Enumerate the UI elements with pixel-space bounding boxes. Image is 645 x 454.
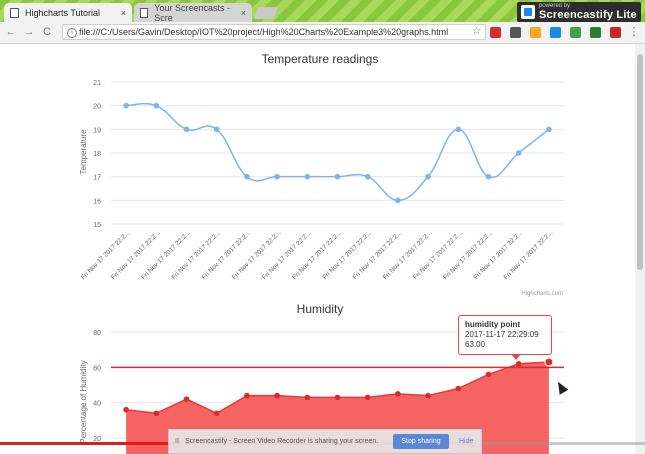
page-content: Temperature readings 15 16 17 18 19 20 21 Temp… xyxy=(0,44,635,454)
y-tick-label: 18 xyxy=(93,151,101,158)
extension-icon[interactable] xyxy=(490,27,501,38)
data-point xyxy=(455,126,462,133)
stop-sharing-button[interactable]: Stop sharing xyxy=(393,434,449,449)
tab-strip: Highcharts Tutorial × Your Screencasts -… xyxy=(0,0,645,23)
data-point xyxy=(213,410,220,417)
data-point xyxy=(364,394,371,401)
y-axis-ticks: 15 16 17 18 19 20 21 xyxy=(93,80,101,229)
data-point xyxy=(244,173,250,180)
data-point xyxy=(455,385,462,392)
url-text: file:///C:/Users/Gavin/Desktop/IOT%20pro… xyxy=(79,27,449,37)
y-tick-label: 16 xyxy=(93,198,101,205)
tab-your-screencasts[interactable]: Your Screencasts - Scre × xyxy=(134,2,252,23)
data-point xyxy=(485,371,492,378)
reload-icon[interactable]: C xyxy=(40,25,54,39)
chart-title: Humidity xyxy=(297,302,344,316)
y-axis-label: Temperature xyxy=(79,129,88,174)
back-arrow-icon[interactable]: ← xyxy=(4,25,18,39)
extension-icon[interactable] xyxy=(610,27,621,38)
chart-tooltip: humidity point 2017-11-17 22:29:09 63.00 xyxy=(458,315,552,360)
pause-icon: II xyxy=(175,438,179,445)
tab-highcharts-tutorial[interactable]: Highcharts Tutorial × xyxy=(4,3,132,22)
data-point xyxy=(183,126,190,133)
y-tick-label: 17 xyxy=(93,175,101,182)
charts-canvas: Temperature readings 15 16 17 18 19 20 21 Temp… xyxy=(79,52,564,454)
y-axis-ticks: 20406080 xyxy=(93,330,101,443)
data-point xyxy=(485,173,492,180)
screencastify-watermark: powered by Screencastify Lite xyxy=(517,2,641,22)
data-point xyxy=(425,173,431,180)
film-icon xyxy=(140,7,149,18)
tab-title: Highcharts Tutorial xyxy=(25,7,101,18)
data-point xyxy=(244,392,250,399)
data-point xyxy=(395,197,401,204)
address-bar[interactable]: i file:///C:/Users/Gavin/Desktop/IOT%20p… xyxy=(62,24,486,40)
watermark-brand-text: Screencastify Lite xyxy=(539,9,637,21)
gridlines xyxy=(111,81,564,225)
tooltip-value: 63.00 xyxy=(465,340,486,349)
y-tick-label: 60 xyxy=(93,365,101,372)
highcharts-credits[interactable]: Highcharts.com xyxy=(521,291,563,297)
data-point xyxy=(304,394,311,401)
data-point xyxy=(304,173,311,180)
extension-icon[interactable] xyxy=(510,27,521,38)
close-icon[interactable]: × xyxy=(121,8,126,18)
data-point xyxy=(183,396,190,402)
close-icon[interactable]: × xyxy=(241,8,246,18)
y-tick-label: 20 xyxy=(93,104,101,111)
new-tab-button[interactable] xyxy=(253,7,279,19)
data-point xyxy=(425,392,431,399)
extension-icon[interactable] xyxy=(550,27,561,38)
y-tick-label: 21 xyxy=(93,80,101,87)
page-icon xyxy=(10,7,19,18)
hide-button[interactable]: Hide xyxy=(459,438,473,445)
data-point xyxy=(334,173,341,180)
data-point xyxy=(515,361,522,367)
data-point xyxy=(153,410,160,417)
data-point xyxy=(334,394,341,401)
data-point xyxy=(364,173,371,180)
extension-icon[interactable] xyxy=(570,27,581,38)
data-point xyxy=(274,173,280,180)
screen-sharing-bar: II Screencastify - Screen Video Recorder… xyxy=(168,429,482,454)
data-point xyxy=(123,406,129,413)
browser-toolbar: ← → C i file:///C:/Users/Gavin/Desktop/I… xyxy=(0,22,645,44)
y-tick-label: 19 xyxy=(93,127,101,134)
tab-title: Your Screencasts - Scre xyxy=(154,2,230,23)
temperature-series-line xyxy=(126,102,550,202)
tooltip-series-name: humidity point xyxy=(465,320,521,329)
data-point xyxy=(395,391,401,397)
data-point xyxy=(213,126,220,133)
menu-icon[interactable]: ⋮ xyxy=(627,25,641,39)
forward-arrow-icon[interactable]: → xyxy=(22,25,36,39)
y-tick-label: 80 xyxy=(93,330,101,337)
x-axis-ticks: Fri Nov 17 2017 22:2...Fri Nov 17 2017 2… xyxy=(80,229,555,281)
data-point xyxy=(153,102,160,109)
screencastify-logo-icon xyxy=(521,5,535,19)
y-axis-label: Percentage of Humidity xyxy=(79,360,88,443)
extension-icon[interactable] xyxy=(530,27,541,38)
y-tick-label: 15 xyxy=(93,222,101,229)
chart-title: Temperature readings xyxy=(262,52,379,66)
bookmark-star-icon[interactable]: ☆ xyxy=(472,25,481,39)
sharing-message: Screencastify - Screen Video Recorder is… xyxy=(185,438,379,445)
data-point xyxy=(544,357,554,367)
data-point xyxy=(123,102,129,109)
info-icon[interactable]: i xyxy=(67,28,77,38)
data-point xyxy=(515,150,522,156)
data-point xyxy=(274,392,280,399)
temperature-chart: Temperature readings 15 16 17 18 19 20 21 Temp… xyxy=(79,52,564,297)
scrollbar-thumb[interactable] xyxy=(637,54,643,270)
extension-icon[interactable] xyxy=(590,27,601,38)
y-tick-label: 40 xyxy=(93,401,101,408)
x-tick-label: Fri Nov 17 2017 22:2... xyxy=(80,229,132,281)
tooltip-time: 2017-11-17 22:29:09 xyxy=(465,330,539,339)
data-point xyxy=(546,126,552,133)
